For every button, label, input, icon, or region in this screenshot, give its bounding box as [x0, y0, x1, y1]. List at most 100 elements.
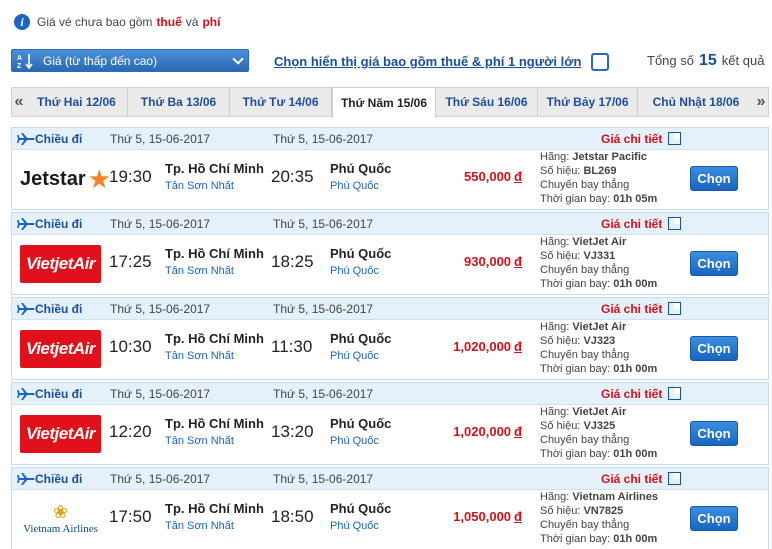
airline-name: Jetstar Pacific — [572, 151, 648, 163]
external-link-icon[interactable] — [668, 132, 681, 145]
price-value: 550,000 — [464, 169, 512, 184]
notice-prefix: Giá vé chưa bao gồm — [37, 15, 153, 29]
ticket-price: 930,000 đ — [464, 254, 522, 269]
external-link-icon[interactable] — [668, 217, 681, 230]
arrival-city: Phú Quốc — [330, 161, 392, 176]
arrival-airport: Phú Quốc — [330, 265, 379, 277]
flight-duration: 01h 00m — [613, 278, 658, 290]
notice-and: và — [185, 15, 199, 29]
duration-label: Thời gian bay: — [540, 363, 611, 375]
flight-number-label: Số hiệu: — [540, 420, 581, 432]
tab-date-5[interactable]: Thứ Bảy 17/06 — [538, 88, 638, 116]
choose-flight-button[interactable]: Chọn — [690, 336, 738, 361]
arrival-date: Thứ 5, 15-06-2017 — [273, 472, 374, 486]
airline-label: Hãng: — [540, 236, 570, 248]
result-total: Tổng số 15 kết quả — [647, 52, 764, 70]
airline-logo: Jetstar ★ — [20, 160, 111, 198]
departure-city: Tp. Hồ Chí Minh — [165, 246, 264, 261]
flight-card-header: Chiều đi Thứ 5, 15-06-2017 Thứ 5, 15-06-… — [12, 383, 768, 405]
duration-row: Thời gian bay: 01h 05m — [540, 192, 657, 206]
departure-airport: Tân Sơn Nhất — [165, 435, 234, 447]
airline-label: Hãng: — [540, 321, 570, 333]
vna-logo-text: Vietnam Airlines — [23, 523, 98, 535]
sort-selected-label: Giá (từ thấp đến cao) — [43, 53, 158, 68]
vietjet-logo-text: VietjetAir — [25, 339, 96, 358]
arrival-date: Thứ 5, 15-06-2017 — [273, 387, 374, 401]
departure-city: Tp. Hồ Chí Minh — [165, 161, 264, 176]
sort-select[interactable]: A Z Giá (từ thấp đến cao) — [11, 49, 249, 72]
flight-info: Hãng: VietJet Air Số hiệu: VJ323 Chuyến … — [540, 320, 657, 376]
airline-name: Vietnam Airlines — [572, 491, 659, 503]
arrival-time: 18:25 — [271, 252, 314, 271]
price-currency: đ — [514, 339, 522, 354]
flight-card-header: Chiều đi Thứ 5, 15-06-2017 Thứ 5, 15-06-… — [12, 298, 768, 320]
price-value: 930,000 — [464, 254, 512, 269]
tab-date-3[interactable]: Thứ Năm 15/06 — [332, 87, 436, 118]
ticket-price: 550,000 đ — [464, 169, 522, 184]
departure-date: Thứ 5, 15-06-2017 — [110, 387, 211, 401]
arrival-airport: Phú Quốc — [330, 435, 379, 447]
departure-time: 12:20 — [109, 422, 152, 441]
flight-number-label: Số hiệu: — [540, 165, 581, 177]
flight-info: Hãng: Vietnam Airlines Số hiệu: VN7825 C… — [540, 490, 658, 546]
plane-icon — [17, 218, 35, 230]
direction-label: Chiều đi — [35, 387, 83, 401]
arrival-date: Thứ 5, 15-06-2017 — [273, 302, 374, 316]
departure-date: Thứ 5, 15-06-2017 — [110, 472, 211, 486]
duration-label: Thời gian bay: — [540, 533, 611, 545]
next-dates-arrow-icon[interactable]: » — [754, 88, 768, 116]
direct-flight-label: Chuyến bay thẳng — [540, 349, 630, 361]
tab-date-2[interactable]: Thứ Tư 14/06 — [230, 88, 332, 116]
price-notice: i Giá vé chưa bao gồm thuế và phí — [14, 11, 220, 33]
flight-number: VJ325 — [583, 420, 616, 432]
choose-flight-button[interactable]: Chọn — [690, 251, 738, 276]
include-tax-toggle-link[interactable]: Chọn hiển thị giá bao gồm thuế & phí 1 n… — [274, 54, 581, 69]
departure-date: Thứ 5, 15-06-2017 — [110, 132, 211, 146]
price-detail-link[interactable]: Giá chi tiết — [601, 387, 662, 401]
price-detail-link[interactable]: Giá chi tiết — [601, 472, 662, 486]
arrival-city: Phú Quốc — [330, 501, 392, 516]
price-currency: đ — [514, 254, 522, 269]
tab-date-1[interactable]: Thứ Ba 13/06 — [128, 88, 230, 116]
flight-card-body: ❀ Vietnam Airlines 17:50 Tp. Hồ Chí Minh … — [12, 490, 768, 549]
airline-name: VietJet Air — [572, 406, 627, 418]
airline-logo: ❀ Vietnam Airlines — [20, 500, 101, 538]
flight-number-row: Số hiệu: VN7825 — [540, 504, 658, 518]
duration-row: Thời gian bay: 01h 00m — [540, 532, 658, 546]
external-link-icon[interactable] — [668, 302, 681, 315]
price-detail-link[interactable]: Giá chi tiết — [601, 217, 662, 231]
price-value: 1,020,000 — [453, 339, 512, 354]
choose-flight-button[interactable]: Chọn — [690, 506, 738, 531]
airline-label: Hãng: — [540, 151, 570, 163]
tab-date-4[interactable]: Thứ Sáu 16/06 — [436, 88, 538, 116]
total-count: 15 — [698, 52, 717, 69]
price-detail-link[interactable]: Giá chi tiết — [601, 132, 662, 146]
prev-dates-arrow-icon[interactable]: « — [12, 88, 26, 116]
flight-duration: 01h 05m — [613, 193, 658, 205]
flight-card-body: VietjetAir 12:20 Tp. Hồ Chí Minh Tân Sơn… — [12, 405, 768, 464]
arrival-time: 18:50 — [271, 507, 314, 526]
duration-label: Thời gian bay: — [540, 193, 611, 205]
tab-date-6[interactable]: Chủ Nhật 18/06 — [638, 88, 754, 116]
airline-row: Hãng: VietJet Air — [540, 405, 657, 419]
direct-flight-label: Chuyến bay thẳng — [540, 179, 630, 191]
choose-flight-button[interactable]: Chọn — [690, 166, 738, 191]
include-tax-checkbox[interactable] — [591, 53, 609, 71]
departure-time: 17:25 — [109, 252, 152, 271]
tab-date-0[interactable]: Thứ Hai 12/06 — [26, 88, 128, 116]
external-link-icon[interactable] — [668, 387, 681, 400]
price-detail-link[interactable]: Giá chi tiết — [601, 302, 662, 316]
flight-number-row: Số hiệu: VJ325 — [540, 419, 657, 433]
flight-card-body: VietjetAir 17:25 Tp. Hồ Chí Minh Tân Sơn… — [12, 235, 768, 294]
departure-time: 19:30 — [109, 167, 152, 186]
plane-icon — [17, 388, 35, 400]
flight-number: VN7825 — [583, 505, 624, 517]
flight-card-0: Chiều đi Thứ 5, 15-06-2017 Thứ 5, 15-06-… — [11, 127, 769, 210]
total-suffix: kết quả — [721, 53, 765, 68]
choose-flight-button[interactable]: Chọn — [690, 421, 738, 446]
external-link-icon[interactable] — [668, 472, 681, 485]
plane-icon — [17, 473, 35, 485]
airline-logo: VietjetAir — [20, 330, 101, 368]
departure-city: Tp. Hồ Chí Minh — [165, 416, 264, 431]
arrival-airport: Phú Quốc — [330, 350, 379, 362]
